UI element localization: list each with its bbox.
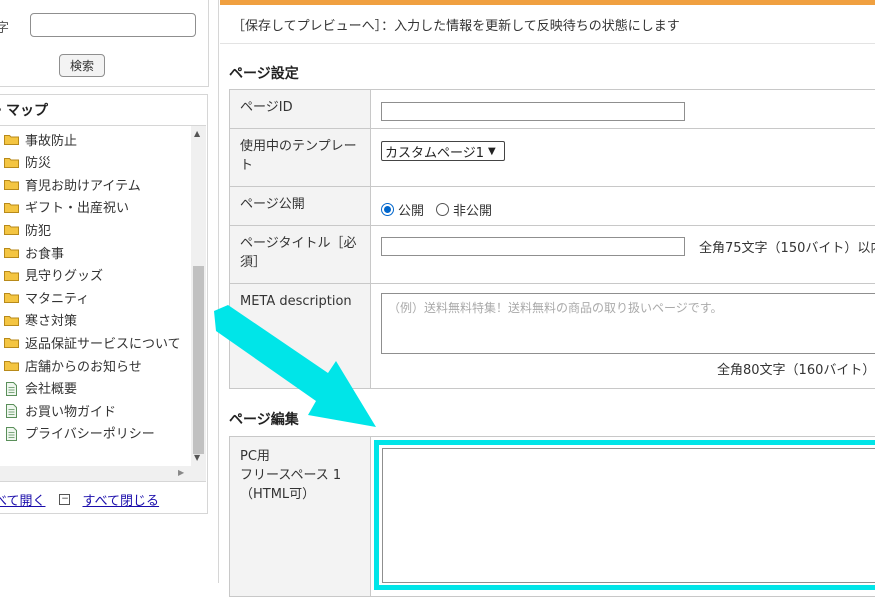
sitemap-tree-label: ギフト・出産祝い <box>25 201 130 217</box>
tree-horizontal-scrollbar[interactable]: ▶ <box>0 466 191 481</box>
save-preview-info: ［保存してプレビューへ］：入力した情報を更新して反映待ちの状態にします <box>232 19 680 34</box>
folder-icon <box>4 359 19 371</box>
page-icon <box>4 404 19 419</box>
scroll-down-icon[interactable]: ▼ <box>194 453 200 462</box>
sitemap-tree-item[interactable]: プライバシーポリシー <box>4 423 155 443</box>
search-button[interactable]: 検索 <box>59 54 105 77</box>
pc-label-line1: PC用 <box>240 449 270 464</box>
collapse-icon[interactable]: − <box>59 494 71 505</box>
template-select[interactable]: カスタムページ1 ▼ <box>381 141 505 161</box>
folder-icon <box>4 178 19 191</box>
meta-description-placeholder: （例）送料無料特集！送料無料の商品の取り扱いページです。 <box>388 301 723 315</box>
sitemap-tree-label: お買い物ガイド <box>25 404 117 420</box>
highlight-frame <box>374 440 875 590</box>
folder-icon <box>4 291 19 304</box>
accent-bar <box>220 0 875 5</box>
sitemap-tree-item[interactable]: 会社概要 <box>4 378 77 398</box>
sitemap-tree-item[interactable]: 返品保証サービスについて <box>4 332 181 352</box>
page-title-hint: 全角75文字（150バイト）以内 <box>699 241 875 256</box>
folder-icon <box>4 269 19 281</box>
sitemap-tree-item[interactable]: 育児お助けアイテム <box>4 174 141 194</box>
sitemap-tree-item[interactable]: 寒さ対策 <box>4 310 77 330</box>
sitemap-tree-label: 店舗からのお知らせ <box>25 359 142 375</box>
pc-label-line2: フリースペース 1 <box>240 468 342 483</box>
tree-expand-controls: べて開く − すべて閉じる <box>0 490 159 509</box>
sitemap-tree-item[interactable]: 防災 <box>4 152 51 172</box>
folder-icon <box>4 223 19 236</box>
folder-icon <box>4 336 19 349</box>
page-id-input[interactable] <box>381 102 685 121</box>
sitemap-tree-label: 防災 <box>25 156 52 172</box>
sitemap-tree-label: お食事 <box>25 246 65 262</box>
publish-option-public: 公開 <box>398 204 425 219</box>
page-icon <box>4 381 19 396</box>
keyword-search-box: 字 検索 <box>0 0 209 87</box>
folder-icon <box>4 156 19 168</box>
info-divider <box>220 43 875 44</box>
annotation-arrow-icon <box>214 305 376 427</box>
scroll-thumb[interactable] <box>193 266 204 454</box>
meta-description-hint: 全角80文字（160バイト）以 <box>717 363 875 378</box>
sidebar: 字 検索 ・マップ 事故防止防災育児お助けアイテムギフト・出産祝い防犯お食事見守… <box>0 0 210 583</box>
folder-icon <box>4 314 19 326</box>
sitemap-tree-item[interactable]: マタニティ <box>4 287 89 307</box>
chevron-down-icon: ▼ <box>488 145 496 157</box>
folder-icon <box>4 246 19 258</box>
sitemap-tree-item[interactable]: お買い物ガイド <box>4 400 116 420</box>
folder-icon <box>4 133 19 145</box>
pc-free-space-label: PC用 フリースペース 1 （HTML可） <box>229 436 371 597</box>
template-label: 使用中のテンプレート <box>229 128 371 187</box>
collapse-all-link[interactable]: すべて閉じる <box>82 490 159 509</box>
expand-all-link[interactable]: べて開く <box>0 490 45 509</box>
sitemap-tree-item[interactable]: 店舗からのお知らせ <box>4 355 142 375</box>
sitemap-title: ・マップ <box>0 103 48 119</box>
tree-vertical-scrollbar[interactable]: ▲ ▼ <box>191 126 206 481</box>
sitemap-tree: 事故防止防災育児お助けアイテム ギフト・出産祝い 防犯お食事見守りグッズ マタニティ寒… <box>0 125 206 482</box>
sitemap-tree-item[interactable]: ギフト・出産祝い <box>4 197 129 217</box>
publish-radio-private[interactable] <box>436 203 450 216</box>
pc-label-line3: （HTML可） <box>240 487 316 502</box>
sitemap-tree-label: 寒さ対策 <box>25 314 78 330</box>
sitemap-tree-label: マタニティ <box>25 291 90 307</box>
sitemap-tree-item[interactable]: 事故防止 <box>4 129 77 149</box>
sitemap-tree-label: プライバシーポリシー <box>25 427 155 443</box>
meta-description-textarea[interactable]: （例）送料無料特集！送料無料の商品の取り扱いページです。 <box>381 293 875 354</box>
scroll-up-icon[interactable]: ▲ <box>194 129 200 138</box>
page-title-label: ページタイトル［必須］ <box>229 225 371 284</box>
column-divider <box>218 0 219 583</box>
template-select-value: カスタムページ1 <box>385 145 485 161</box>
page-settings-title: ページ設定 <box>229 66 299 82</box>
sitemap-tree-label: 見守りグッズ <box>25 269 104 285</box>
search-input[interactable] <box>30 13 196 37</box>
publish-radio-group: 公開 非公開 <box>381 200 492 219</box>
sitemap-tree-item[interactable]: 見守りグッズ <box>4 265 103 285</box>
keyword-label: 字 <box>0 21 10 36</box>
publish-label: ページ公開 <box>229 186 371 226</box>
scroll-right-icon[interactable]: ▶ <box>178 468 184 477</box>
sitemap-tree-label: 返品保証サービスについて <box>25 336 181 352</box>
page-title-input[interactable] <box>381 237 685 256</box>
sitemap-panel: ・マップ 事故防止防災育児お助けアイテムギフト・出産祝い防犯お食事見守りグッズマ… <box>0 94 208 514</box>
page-icon <box>4 426 19 441</box>
sitemap-tree-label: 会社概要 <box>25 382 78 398</box>
page-id-label: ページID <box>229 89 371 129</box>
sitemap-tree-item[interactable]: お食事 <box>4 242 64 262</box>
pc-free-space-textarea[interactable] <box>382 448 875 583</box>
sitemap-tree-label: 防犯 <box>25 223 52 239</box>
folder-icon <box>4 201 19 213</box>
publish-radio-public[interactable] <box>381 203 394 216</box>
sitemap-tree-item[interactable]: 防犯 <box>4 219 51 239</box>
sitemap-tree-label: 育児お助けアイテム <box>25 178 141 194</box>
sitemap-tree-label: 事故防止 <box>25 133 78 149</box>
publish-option-private: 非公開 <box>453 204 493 219</box>
